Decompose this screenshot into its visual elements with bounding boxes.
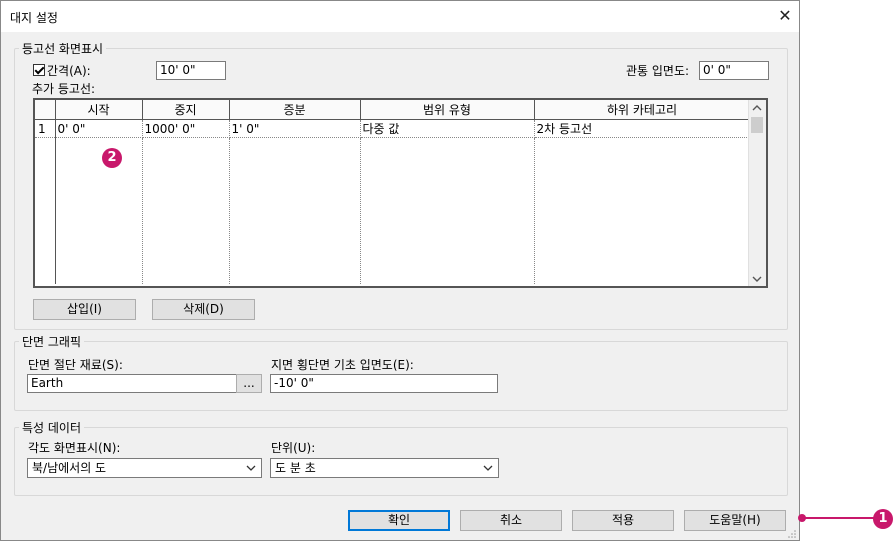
chevron-down-icon (483, 465, 493, 471)
additional-contours-table[interactable]: 시작 중지 증분 범위 유형 하위 카테고리 1 0' 0" 1000' 0" … (33, 98, 768, 288)
cut-material-input[interactable]: Earth (27, 374, 237, 393)
column-header-start[interactable]: 시작 (55, 100, 143, 120)
cell-subcategory[interactable]: 2차 등고선 (534, 119, 751, 138)
insert-button[interactable]: 삽입(I) (33, 299, 136, 320)
title-bar: 대지 설정 ✕ (1, 1, 799, 32)
browse-material-button[interactable]: ... (236, 374, 262, 393)
base-elevation-label: 지면 횡단면 기초 입면도(E): (271, 358, 414, 372)
empty-cell (55, 137, 143, 284)
pass-through-input[interactable]: 0' 0" (699, 61, 769, 80)
empty-cell (534, 137, 751, 284)
units-value: 도 분 초 (275, 461, 316, 475)
cell-increment[interactable]: 1' 0" (229, 119, 361, 138)
column-header-subcategory[interactable]: 하위 카테고리 (534, 100, 751, 120)
cell-start[interactable]: 0' 0" (55, 119, 143, 138)
callout-line (803, 517, 875, 519)
cell-range-type[interactable]: 다중 값 (360, 119, 535, 138)
interval-label: 간격(A): (47, 64, 91, 78)
cut-material-label: 단면 절단 재료(S): (28, 358, 123, 372)
resize-grip-icon[interactable] (787, 529, 797, 539)
table-header-row: 시작 중지 증분 범위 유형 하위 카테고리 (35, 100, 751, 120)
property-group-label: 특성 데이터 (19, 419, 85, 436)
empty-cell (229, 137, 361, 284)
interval-checkbox[interactable] (33, 64, 45, 76)
apply-button[interactable]: 적용 (572, 510, 674, 531)
empty-cell (142, 137, 230, 284)
close-icon[interactable]: ✕ (773, 5, 797, 27)
cancel-button[interactable]: 취소 (460, 510, 562, 531)
row-number-header (35, 100, 56, 120)
cell-stop[interactable]: 1000' 0" (142, 119, 230, 138)
units-dropdown[interactable]: 도 분 초 (270, 458, 499, 478)
angle-display-dropdown[interactable]: 북/남에서의 도 (27, 458, 262, 478)
empty-cell (360, 137, 535, 284)
angle-display-value: 북/남에서의 도 (32, 461, 107, 475)
column-header-range-type[interactable]: 범위 유형 (360, 100, 535, 120)
empty-cell (35, 137, 56, 284)
table-vertical-scrollbar[interactable] (748, 100, 766, 286)
column-header-increment[interactable]: 증분 (229, 100, 361, 120)
dialog-title: 대지 설정 (10, 11, 58, 25)
interval-input[interactable]: 10' 0" (156, 61, 226, 80)
chevron-down-icon (246, 465, 256, 471)
angle-display-label: 각도 화면표시(N): (28, 441, 121, 455)
callout-badge-2: 2 (102, 148, 122, 168)
pass-through-label: 관통 입면도: (626, 64, 690, 78)
table-row[interactable]: 1 0' 0" 1000' 0" 1' 0" 다중 값 2차 등고선 (35, 119, 751, 138)
ok-button[interactable]: 확인 (348, 510, 450, 531)
delete-button[interactable]: 삭제(D) (152, 299, 255, 320)
additional-contours-label: 추가 등고선: (32, 82, 96, 96)
scroll-down-icon[interactable] (752, 275, 762, 283)
help-button[interactable]: 도움말(H) (684, 510, 786, 531)
section-group-label: 단면 그래픽 (19, 333, 85, 350)
table-empty-area (35, 137, 751, 284)
site-settings-dialog: 대지 설정 ✕ 등고선 화면표시 간격(A): 10' 0" 관통 입면도: 0… (0, 0, 800, 541)
contour-group-label: 등고선 화면표시 (19, 40, 107, 57)
column-header-stop[interactable]: 중지 (142, 100, 230, 120)
scroll-up-icon[interactable] (752, 104, 762, 112)
scrollbar-thumb[interactable] (751, 117, 763, 133)
base-elevation-input[interactable]: -10' 0" (270, 374, 498, 393)
row-number: 1 (35, 119, 56, 138)
units-label: 단위(U): (271, 441, 316, 455)
callout-badge-1: 1 (873, 509, 893, 529)
